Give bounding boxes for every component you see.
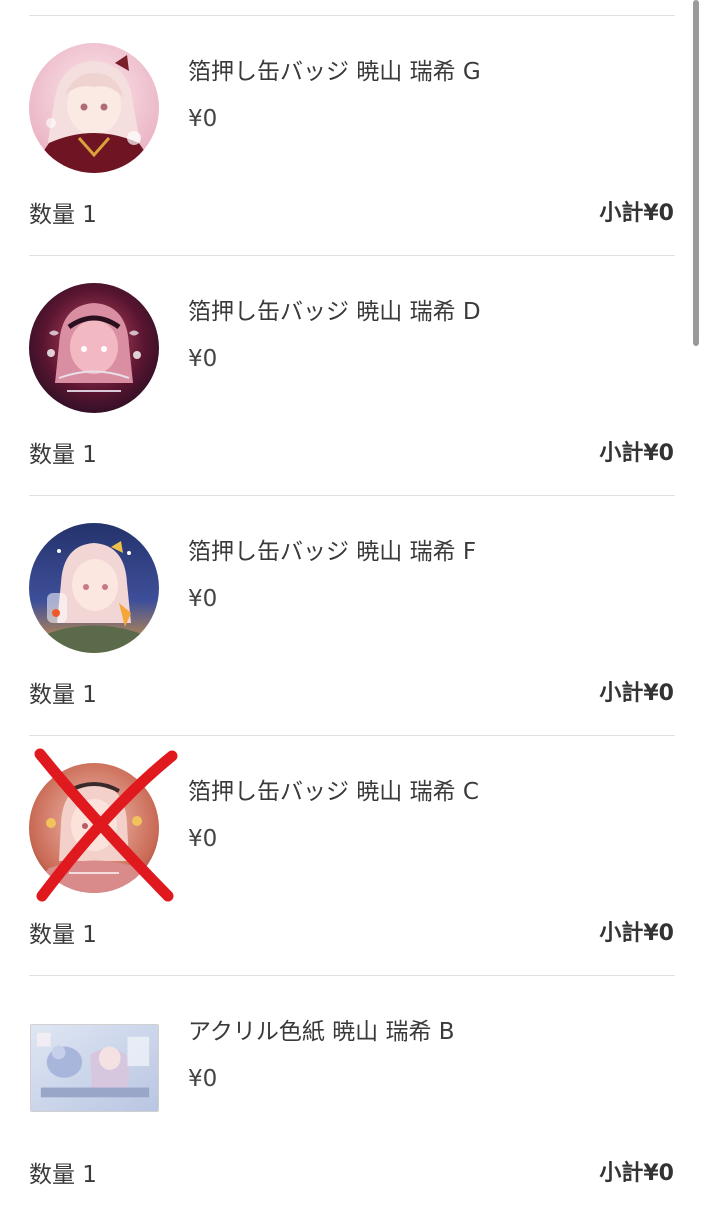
cart-item: 箔押し缶バッジ 暁山 瑞希 C ¥0 数量 1 小計¥0 [0, 736, 703, 976]
cart-item: 箔押し缶バッジ 暁山 瑞希 F ¥0 数量 1 小計¥0 [0, 496, 703, 736]
subtotal-label: 小計¥0 [599, 681, 674, 706]
acrylic-board-image [31, 1025, 158, 1111]
quantity-label: 数量 1 [29, 922, 97, 948]
quantity-label: 数量 1 [29, 682, 97, 708]
product-price: ¥0 [188, 1066, 218, 1092]
cart-item: アクリル色紙 暁山 瑞希 B ¥0 数量 1 小計¥0 [0, 976, 703, 1216]
subtotal-label: 小計¥0 [599, 921, 674, 946]
product-name[interactable]: アクリル色紙 暁山 瑞希 B [188, 1012, 455, 1046]
cart-item: 箔押し缶バッジ 暁山 瑞希 G ¥0 数量 1 小計¥0 [0, 16, 703, 256]
product-thumbnail[interactable] [30, 1024, 159, 1112]
product-thumbnail[interactable] [29, 43, 159, 173]
subtotal-label: 小計¥0 [599, 441, 674, 466]
product-price: ¥0 [188, 586, 218, 612]
product-price: ¥0 [188, 106, 218, 132]
product-price: ¥0 [188, 826, 218, 852]
can-badge-image [29, 763, 159, 893]
product-thumbnail[interactable] [29, 283, 159, 413]
product-thumbnail[interactable] [29, 523, 159, 653]
can-badge-image [29, 43, 159, 173]
quantity-label: 数量 1 [29, 1162, 97, 1188]
product-name[interactable]: 箔押し缶バッジ 暁山 瑞希 G [188, 52, 481, 86]
cart-item: 箔押し缶バッジ 暁山 瑞希 D ¥0 数量 1 小計¥0 [0, 256, 703, 496]
product-thumbnail[interactable] [29, 763, 159, 893]
quantity-label: 数量 1 [29, 202, 97, 228]
product-name[interactable]: 箔押し缶バッジ 暁山 瑞希 F [188, 532, 476, 566]
product-price: ¥0 [188, 346, 218, 372]
product-name[interactable]: 箔押し缶バッジ 暁山 瑞希 D [188, 292, 481, 326]
can-badge-image [29, 523, 159, 653]
quantity-label: 数量 1 [29, 442, 97, 468]
subtotal-label: 小計¥0 [599, 1161, 674, 1186]
product-name[interactable]: 箔押し缶バッジ 暁山 瑞希 C [188, 772, 479, 806]
can-badge-image [29, 283, 159, 413]
subtotal-label: 小計¥0 [599, 201, 674, 226]
